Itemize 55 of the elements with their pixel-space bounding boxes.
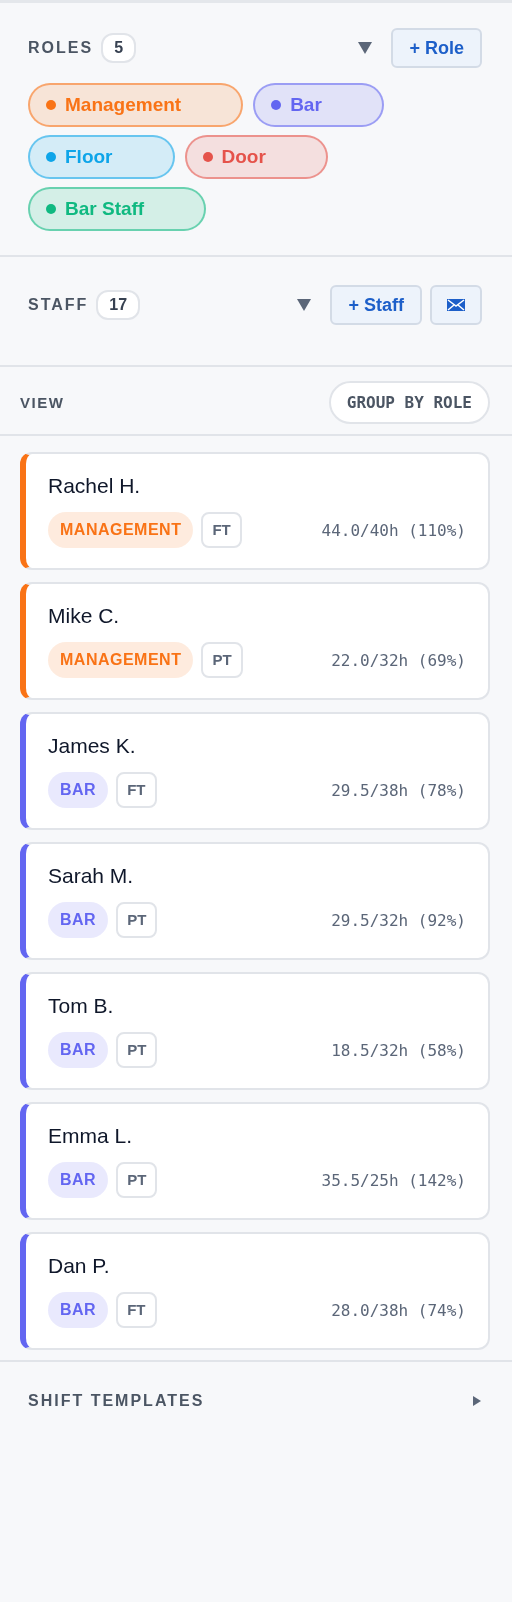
role-label: Bar Staff [65,198,145,220]
envelope-icon [446,298,466,312]
section-title: STAFF [28,296,89,314]
employment-tag: PT [116,1032,158,1068]
count-badge: 17 [96,290,141,320]
staff-card[interactable]: James K. BAR FT 29.5/38h (78%) [20,712,490,830]
email-button[interactable] [430,285,482,325]
role-label: Door [221,146,266,168]
hours-text: 18.5/32h (58%) [331,1040,466,1060]
employment-tag: FT [201,512,242,548]
role-label: Floor [65,146,113,168]
section-title: SHIFT TEMPLATES [28,1392,205,1410]
add-staff-button[interactable]: + Staff [330,285,422,325]
role-tag: BAR [48,902,109,938]
group-by-role-button[interactable]: GROUP BY ROLE [328,381,490,424]
role-tag: BAR [48,772,109,808]
add-role-button[interactable]: + Role [391,28,482,68]
role-label: Management [65,94,182,116]
employment-tag: PT [116,1162,158,1198]
staff-name: Emma L. [48,1124,134,1148]
staff-name: Tom B. [48,994,115,1018]
role-label: Bar [290,94,322,116]
role-chip[interactable]: Bar [253,83,384,127]
staff-card[interactable]: Mike C. MANAGEMENT PT 22.0/32h (69%) [20,582,490,700]
role-tag: BAR [48,1032,109,1068]
hours-text: 28.0/38h (74%) [331,1300,466,1320]
employment-tag: FT [116,1292,157,1328]
staff-name: Mike C. [48,604,121,628]
hours-text: 44.0/40h (110%) [321,520,466,540]
staff-name: James K. [48,734,137,758]
collapse-icon[interactable] [357,41,374,55]
role-tag: BAR [48,1292,109,1328]
hours-text: 22.0/32h (69%) [331,650,466,670]
role-tag: MANAGEMENT [48,512,194,548]
staff-card[interactable]: Tom B. BAR PT 18.5/32h (58%) [20,972,490,1090]
staff-card[interactable]: Rachel H. MANAGEMENT FT 44.0/40h (110%) [20,452,490,570]
role-tag: MANAGEMENT [48,642,194,678]
staff-card[interactable]: Emma L. BAR PT 35.5/25h (142%) [20,1102,490,1220]
hours-text: 35.5/25h (142%) [321,1170,466,1190]
count-badge: 5 [101,33,137,63]
section-title: ROLES [28,39,94,57]
hours-text: 29.5/38h (78%) [331,780,466,800]
staff-card[interactable]: Sarah M. BAR PT 29.5/32h (92%) [20,842,490,960]
staff-name: Rachel H. [48,474,142,498]
staff-name: Dan P. [48,1254,111,1278]
shift-templates-header[interactable]: SHIFT TEMPLATES [0,1362,512,1410]
staff-name: Sarah M. [48,864,135,888]
employment-tag: PT [201,642,243,678]
employment-tag: PT [116,902,158,938]
view-label: VIEW [20,394,65,411]
collapse-icon[interactable] [296,298,313,312]
hours-text: 29.5/32h (92%) [331,910,466,930]
employment-tag: FT [116,772,157,808]
role-tag: BAR [48,1162,109,1198]
staff-card[interactable]: Dan P. BAR FT 28.0/38h (74%) [20,1232,490,1350]
